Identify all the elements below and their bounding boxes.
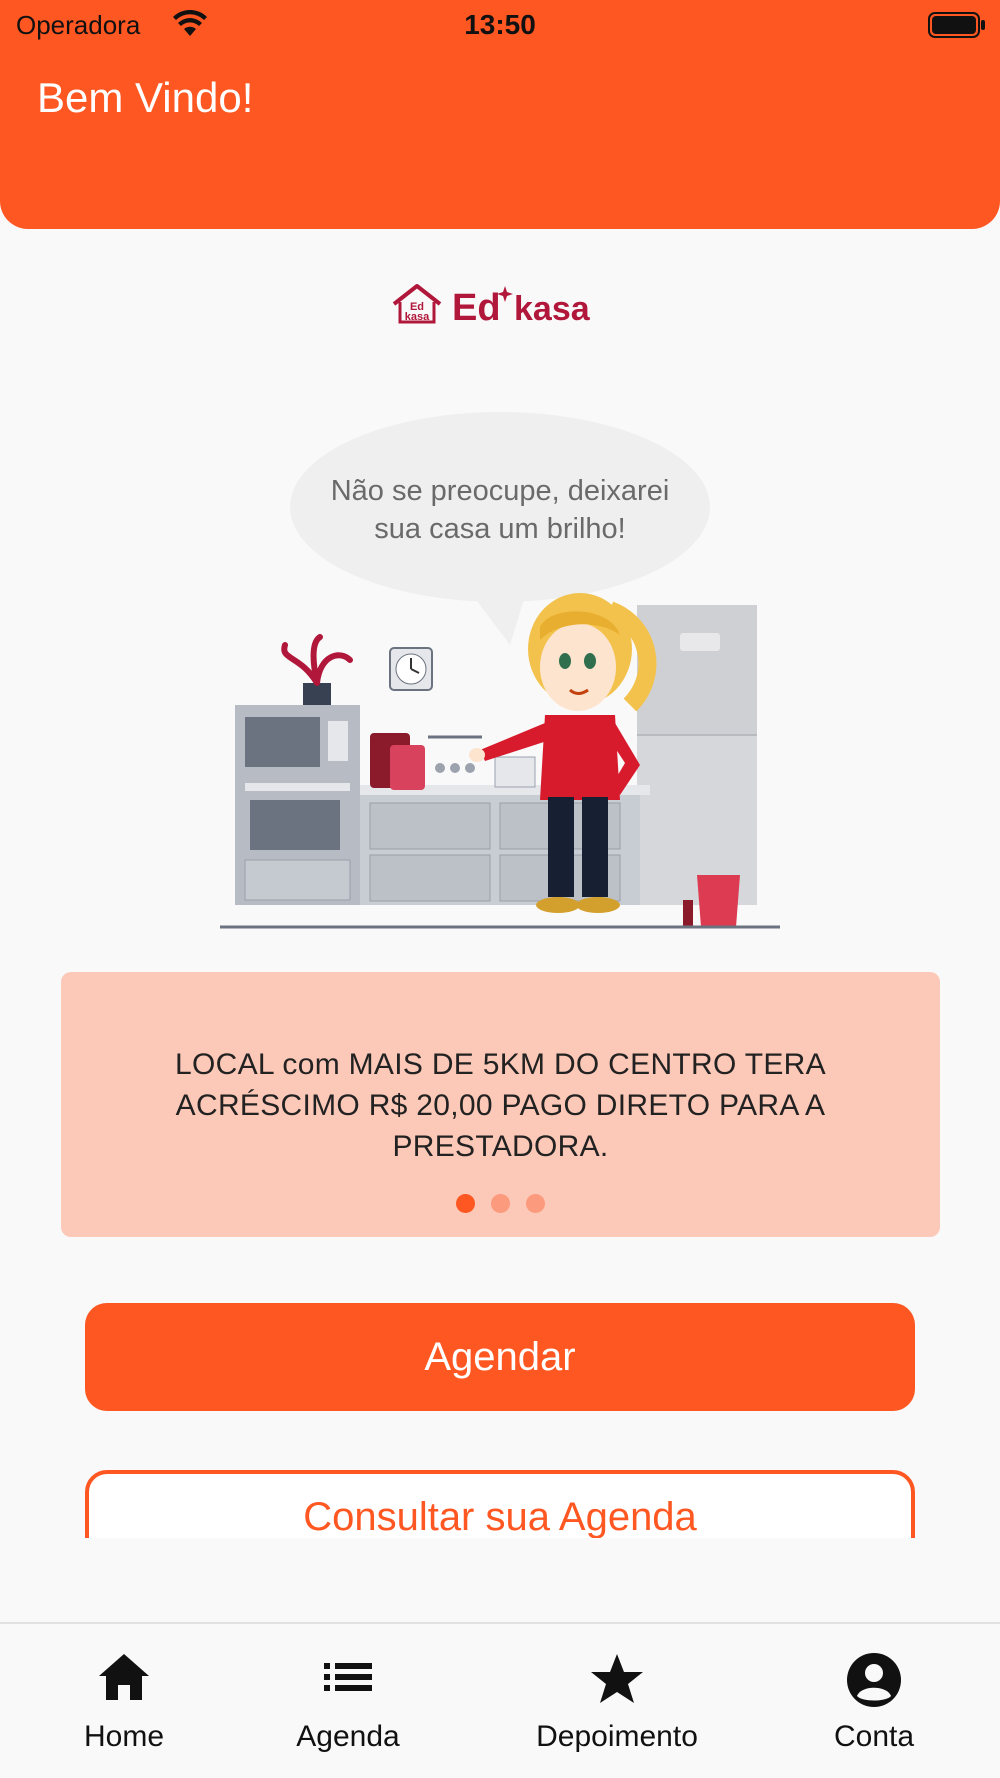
carousel-message: LOCAL com MAIS DE 5KM DO CENTRO TERA ACR… [175, 1048, 826, 1163]
tab-conta-label: Conta [833, 1720, 915, 1753]
view-schedule-button[interactable]: Consultar sua Agenda [85, 1470, 915, 1538]
battery-icon [928, 12, 986, 43]
account-circle-icon [814, 1652, 934, 1708]
page-dot-3[interactable] [526, 1194, 545, 1213]
speech-bubble-text: Não se preocupe, deixarei sua casa um br… [270, 472, 730, 548]
home-icon [54, 1652, 194, 1708]
list-icon [273, 1652, 423, 1708]
page-dot-1[interactable] [456, 1194, 475, 1213]
page-dot-2[interactable] [491, 1194, 510, 1213]
speech-bubble-line-1: Não se preocupe, deixarei [330, 475, 670, 507]
clock: 13:50 [464, 9, 536, 40]
tab-conta[interactable]: Conta [814, 1624, 934, 1778]
info-carousel[interactable]: LOCAL com MAIS DE 5KM DO CENTRO TERA ACR… [61, 972, 940, 1237]
bottom-tab-bar: Home Agenda Depoimento Conta [0, 1622, 1000, 1778]
edkasa-logo: Ed kasa Ed kasa [390, 278, 615, 334]
star-icon [512, 1652, 722, 1708]
carousel-page-indicator [61, 1194, 940, 1213]
page-title: Bem Vindo! [37, 74, 254, 121]
tab-agenda[interactable]: Agenda [273, 1624, 423, 1778]
tab-agenda-label: Agenda [296, 1720, 400, 1753]
tab-home[interactable]: Home [54, 1624, 194, 1778]
tab-depoimento[interactable]: Depoimento [512, 1624, 722, 1778]
tab-home-label: Home [83, 1720, 165, 1753]
logo-text-left: Ed [452, 287, 501, 329]
schedule-button[interactable]: Agendar [85, 1303, 915, 1411]
logo-house-text-bottom: kasa [405, 311, 430, 323]
speech-bubble-line-2: sua casa um brilho! [374, 513, 626, 545]
tab-depoimento-label: Depoimento [536, 1720, 698, 1753]
logo-text-right: kasa [514, 290, 591, 328]
scroll-clip: Consultar sua Agenda [0, 1460, 1000, 1538]
status-bar: Operadora 13:50 [0, 0, 1000, 50]
